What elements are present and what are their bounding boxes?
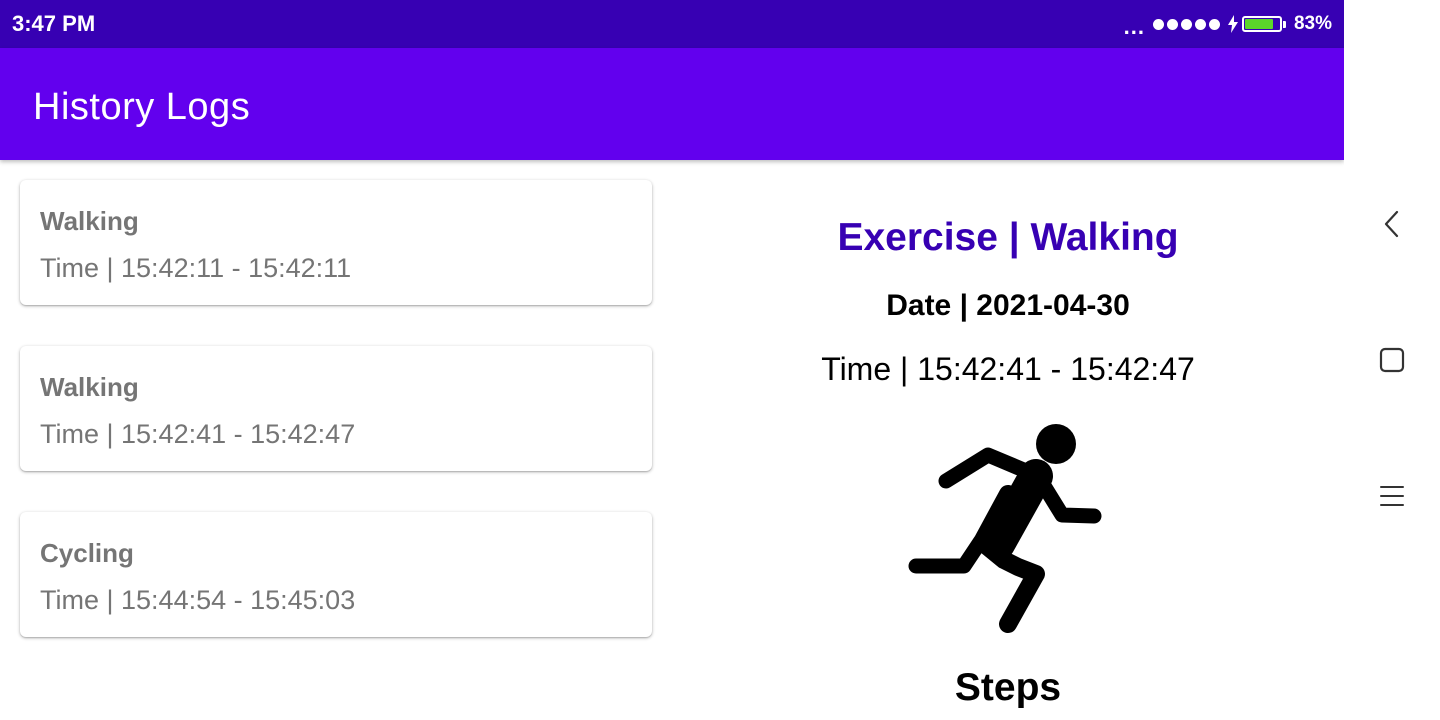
status-icons: ... 83% [1124, 0, 1332, 48]
log-card-title: Cycling [40, 538, 134, 568]
detail-time: Time | 15:42:41 - 15:42:47 [821, 351, 1195, 387]
back-chevron-icon [1384, 210, 1399, 238]
log-card-walking-2[interactable]: Walking Time | 15:42:41 - 15:42:47 [20, 346, 652, 471]
hamburger-menu-icon [1380, 486, 1404, 506]
menu-button[interactable] [1372, 476, 1412, 516]
detail-date: Date | 2021-04-30 [886, 289, 1130, 322]
log-card-title: Walking [40, 206, 139, 236]
battery-percent: 83% [1293, 13, 1332, 34]
log-card-walking-1[interactable]: Walking Time | 15:42:11 - 15:42:11 [20, 180, 652, 305]
more-notifications-icon: ... [1123, 14, 1145, 39]
log-card-title: Walking [40, 372, 139, 402]
status-bar: 3:47 PM ... 83% [0, 0, 1344, 48]
signal-dots-icon [1152, 18, 1220, 30]
navigation-bar [1344, 0, 1440, 720]
home-button[interactable] [1372, 340, 1412, 380]
status-time: 3:47 PM [12, 11, 96, 36]
metric-label: Steps [954, 666, 1062, 709]
app-screen: 3:47 PM ... 83% History Logs Walking Tim… [0, 0, 1344, 720]
page-title: History Logs [33, 86, 251, 128]
square-home-icon [1379, 347, 1405, 373]
log-card-time: Time | 15:42:41 - 15:42:47 [40, 419, 356, 449]
battery-level-fill [1244, 19, 1274, 29]
battery-tip [1282, 20, 1286, 28]
log-detail-panel: Exercise | Walking Date | 2021-04-30 Tim… [672, 160, 1344, 720]
log-card-time: Time | 15:42:11 - 15:42:11 [40, 253, 352, 283]
running-person-icon [908, 424, 1102, 633]
battery-indicator [1227, 15, 1286, 33]
detail-title: Exercise | Walking [837, 216, 1179, 259]
log-card-cycling[interactable]: Cycling Time | 15:44:54 - 15:45:03 [20, 512, 652, 637]
battery-icon [1241, 16, 1282, 32]
lightning-icon [1227, 15, 1238, 33]
back-button[interactable] [1372, 204, 1412, 244]
log-card-time: Time | 15:44:54 - 15:45:03 [40, 585, 356, 615]
app-bar: History Logs [0, 48, 1344, 160]
